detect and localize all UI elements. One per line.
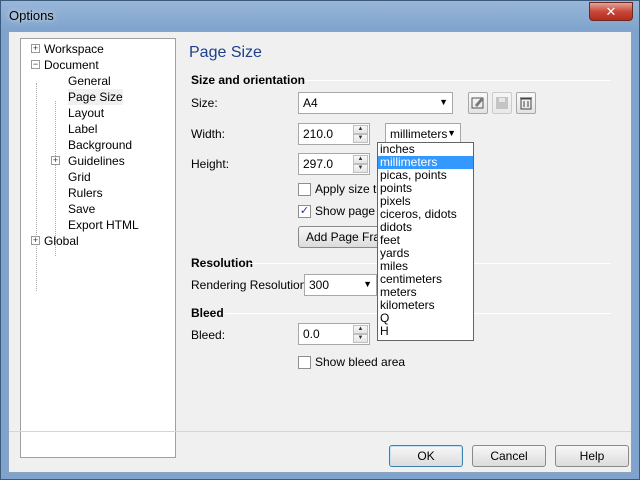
options-window: Options ✕ + Workspace − Document General… bbox=[0, 0, 640, 480]
trash-icon bbox=[520, 97, 532, 110]
width-value: 210.0 bbox=[303, 127, 334, 141]
ok-button[interactable]: OK bbox=[389, 445, 463, 467]
spin-down-icon[interactable]: ▼ bbox=[353, 334, 368, 343]
close-button[interactable]: ✕ bbox=[589, 2, 633, 21]
save-icon bbox=[496, 97, 508, 109]
tree-item-label: Workspace bbox=[44, 42, 104, 56]
chevron-down-icon: ▼ bbox=[363, 279, 372, 289]
add-page-frame-button[interactable]: Add Page Fra bbox=[298, 226, 388, 248]
tree-item-label: Guidelines bbox=[68, 154, 125, 168]
edit-icon bbox=[471, 97, 484, 109]
rendering-resolution-label: Rendering Resolution: bbox=[191, 278, 310, 292]
footer-divider bbox=[9, 431, 631, 432]
units-option-q[interactable]: Q bbox=[378, 312, 473, 325]
tree-item-label: Document bbox=[44, 58, 99, 72]
collapse-icon[interactable]: − bbox=[31, 60, 40, 69]
section-heading-bleed: Bleed bbox=[191, 306, 224, 320]
height-label: Height: bbox=[191, 157, 230, 171]
chevron-down-icon: ▼ bbox=[447, 128, 456, 138]
cancel-button[interactable]: Cancel bbox=[472, 445, 546, 467]
tree-item-label: Grid bbox=[68, 170, 91, 184]
rendering-resolution-value: 300 bbox=[309, 278, 330, 292]
height-value: 297.0 bbox=[303, 157, 334, 171]
help-button[interactable]: Help bbox=[555, 445, 629, 467]
tree-guide-line bbox=[36, 83, 37, 291]
tree-item-label: Export HTML bbox=[68, 218, 139, 232]
show-page-border-checkbox[interactable]: ✓ bbox=[298, 205, 311, 218]
spin-up-icon[interactable]: ▲ bbox=[353, 325, 368, 334]
save-preset-button[interactable] bbox=[492, 92, 512, 114]
height-spinbox[interactable]: 297.0 ▲ ▼ bbox=[298, 153, 370, 175]
spin-up-icon[interactable]: ▲ bbox=[353, 155, 368, 164]
section-heading-resolution: Resolution bbox=[191, 256, 253, 270]
size-value: A4 bbox=[303, 96, 318, 110]
page-title: Page Size bbox=[189, 44, 262, 61]
window-title: Options bbox=[9, 8, 54, 23]
section-heading-size-orientation: Size and orientation bbox=[191, 73, 306, 87]
units-dropdown-list[interactable]: inches millimeters picas, points points … bbox=[377, 142, 474, 341]
bleed-value: 0.0 bbox=[303, 327, 320, 341]
units-option-h[interactable]: H bbox=[378, 325, 473, 338]
options-tree[interactable]: + Workspace − Document General Page Size… bbox=[20, 38, 176, 458]
tree-item-label: Label bbox=[68, 122, 98, 136]
delete-preset-button[interactable] bbox=[516, 92, 536, 114]
size-label: Size: bbox=[191, 96, 218, 110]
units-option-kilometers[interactable]: kilometers bbox=[378, 299, 473, 312]
width-spinbox[interactable]: 210.0 ▲ ▼ bbox=[298, 123, 370, 145]
edit-preset-button[interactable] bbox=[468, 92, 488, 114]
apply-size-label: Apply size to bbox=[315, 182, 384, 196]
tree-item-label: General bbox=[68, 74, 111, 88]
tree-item-label: Layout bbox=[68, 106, 105, 120]
chevron-down-icon: ▼ bbox=[439, 97, 448, 107]
bleed-spinbox[interactable]: 0.0 ▲ ▼ bbox=[298, 323, 370, 345]
spin-down-icon[interactable]: ▼ bbox=[353, 134, 368, 143]
tree-item-label: Background bbox=[68, 138, 133, 152]
bleed-label: Bleed: bbox=[191, 328, 226, 342]
tree-item-label: Save bbox=[68, 202, 96, 216]
expand-icon[interactable]: + bbox=[51, 156, 60, 165]
show-bleed-label: Show bleed area bbox=[315, 355, 406, 369]
units-value: millimeters bbox=[390, 127, 448, 141]
spin-down-icon[interactable]: ▼ bbox=[353, 164, 368, 173]
rendering-resolution-combo[interactable]: 300 ▼ bbox=[304, 274, 377, 296]
apply-size-checkbox[interactable] bbox=[298, 183, 311, 196]
tree-item-label: Page Size bbox=[68, 89, 123, 105]
section-divider bbox=[305, 80, 611, 81]
dialog-client: + Workspace − Document General Page Size… bbox=[8, 31, 632, 473]
expand-icon[interactable]: + bbox=[31, 236, 40, 245]
width-label: Width: bbox=[191, 127, 226, 141]
tree-item-label: Rulers bbox=[68, 186, 103, 200]
size-combo[interactable]: A4 ▼ bbox=[298, 92, 453, 114]
title-bar[interactable]: Options ✕ bbox=[1, 1, 639, 31]
expand-icon[interactable]: + bbox=[31, 44, 40, 53]
show-bleed-checkbox[interactable] bbox=[298, 356, 311, 369]
spin-up-icon[interactable]: ▲ bbox=[353, 125, 368, 134]
tree-item-label: Global bbox=[44, 234, 79, 248]
